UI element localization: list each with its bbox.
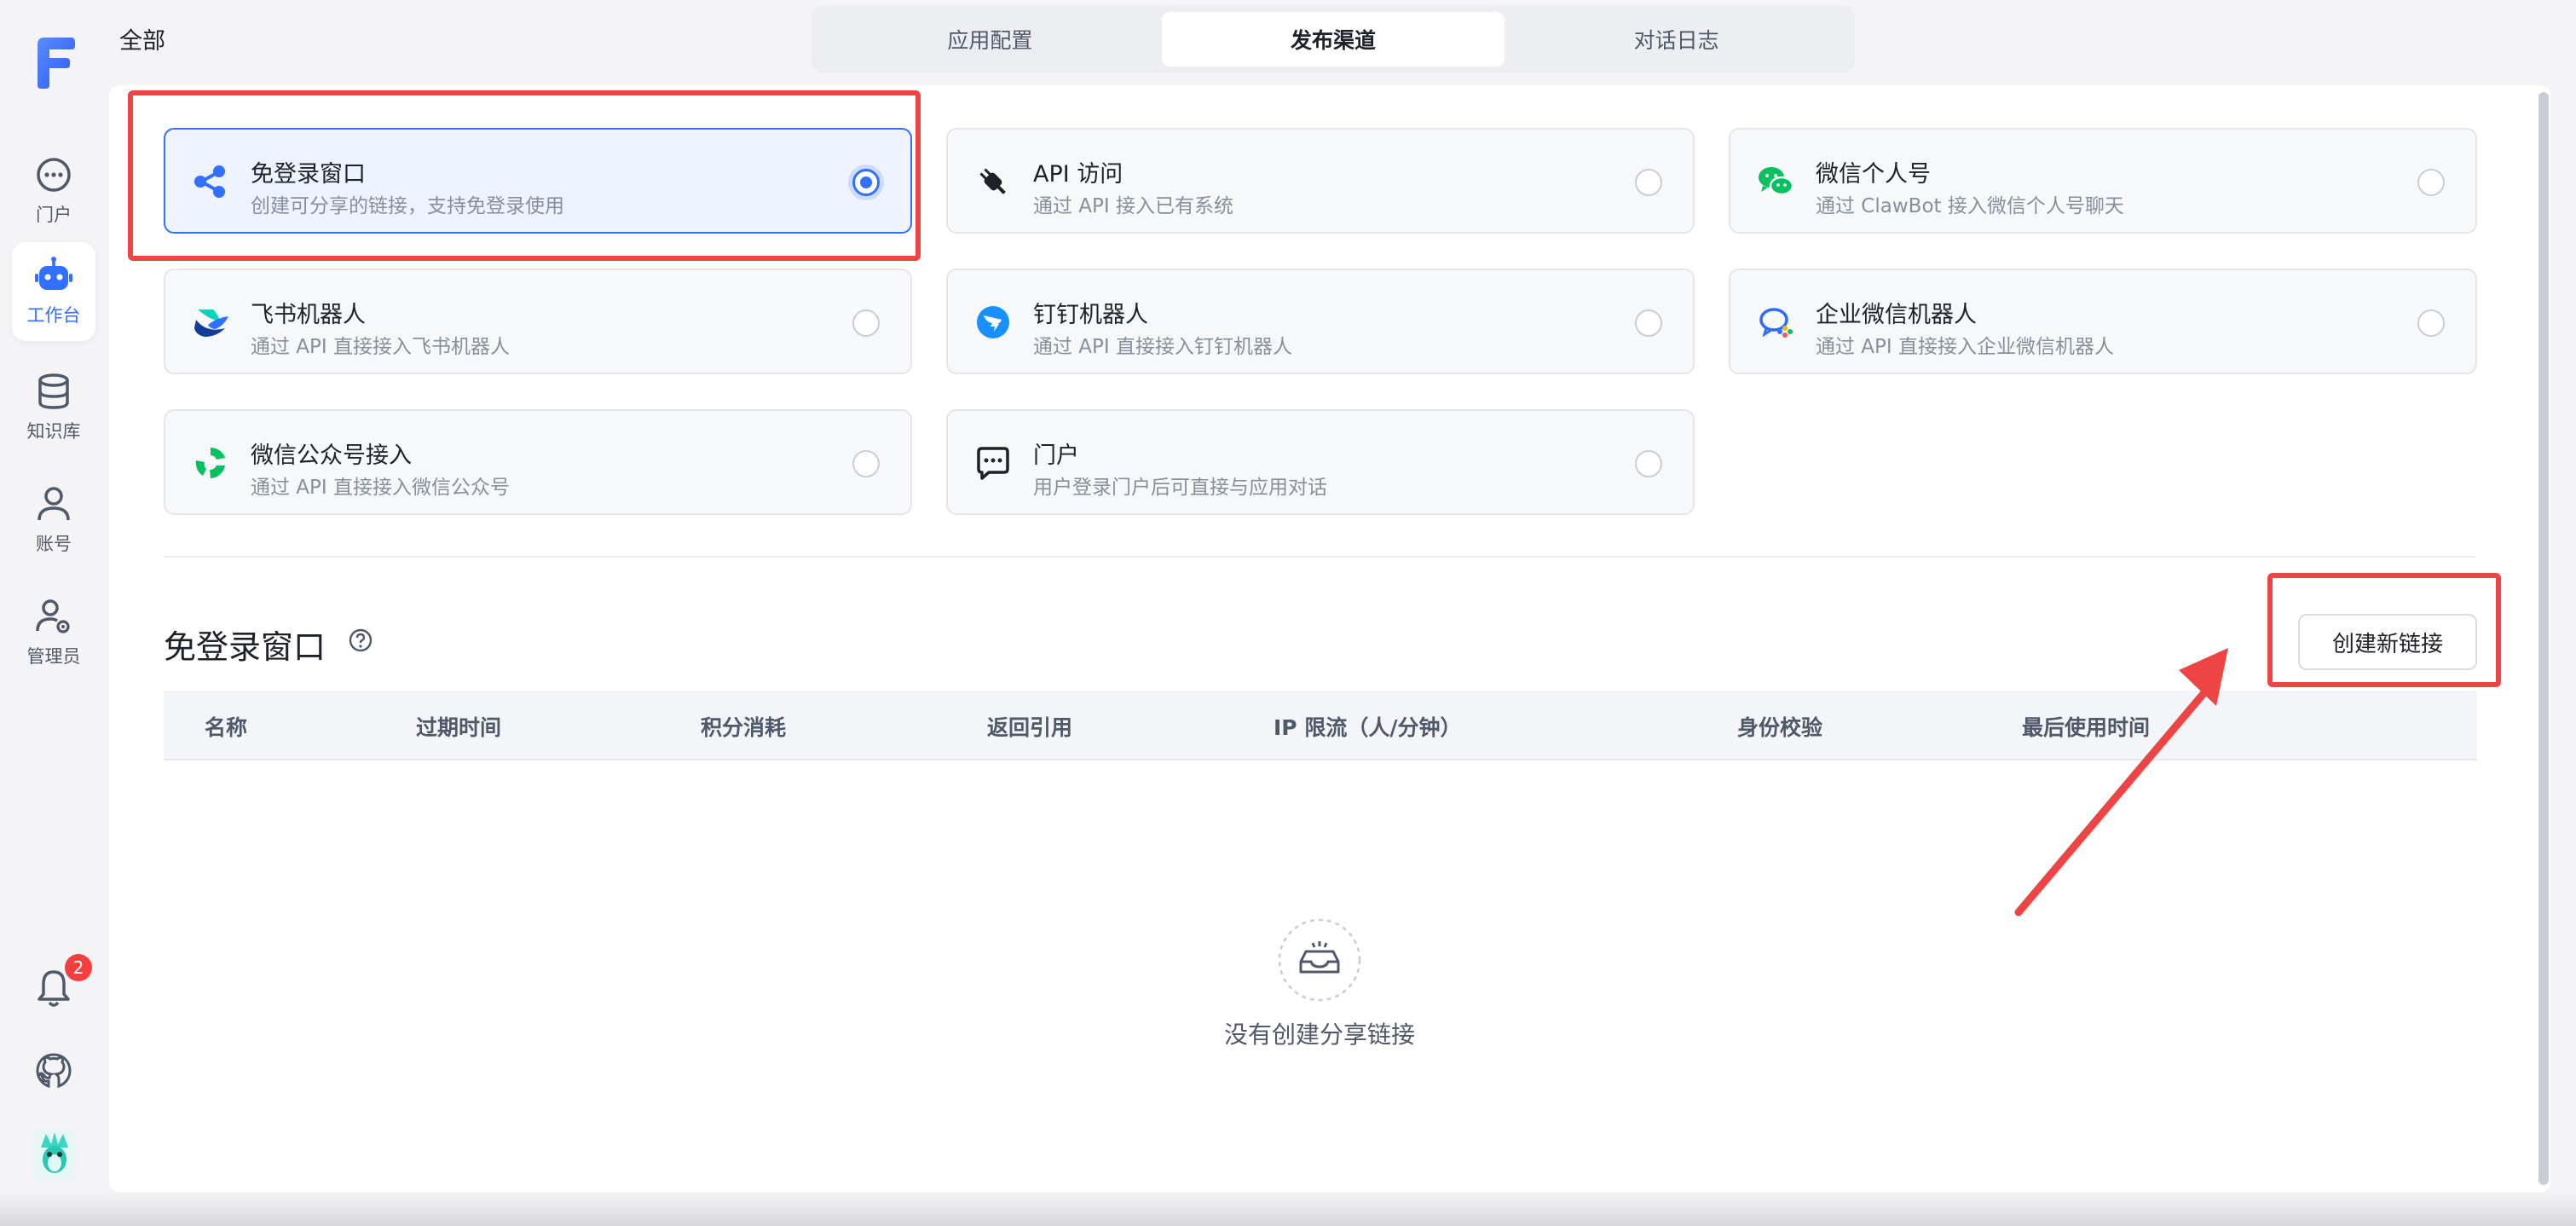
user-icon (38, 487, 70, 521)
wechat-icon (1759, 167, 1794, 196)
user-gear-icon (36, 599, 70, 633)
wecom-icon (1759, 308, 1793, 338)
github-icon[interactable] (32, 1050, 75, 1093)
channel-desc: 用户登录门户后可直接与应用对话 (1033, 477, 1327, 499)
feishu-icon (194, 309, 228, 337)
sidebar: 门户 工作台 知识库 账号 管理员 2 (0, 0, 109, 1226)
dingtalk-icon (977, 306, 1009, 338)
share-icon (194, 165, 225, 198)
channel-title: 门户 (1033, 442, 1079, 469)
sidebar-item-label: 工作台 (26, 305, 81, 326)
breadcrumb[interactable]: 全部 (119, 22, 165, 55)
channel-card-dingtalk[interactable]: 钉钉机器人 通过 API 直接接入钉钉机器人 (946, 269, 1695, 374)
sidebar-item-workbench[interactable]: 工作台 (12, 242, 95, 341)
channel-desc: 创建可分享的链接，支持免登录使用 (251, 195, 564, 217)
empty-inbox-icon (1278, 918, 1361, 1002)
sidebar-item-label: 账号 (36, 534, 72, 554)
channel-radio[interactable] (1635, 309, 1662, 337)
table-header: 名称 过期时间 积分消耗 返回引用 IP 限流（人/分钟） 身份校验 最后使用时… (164, 691, 2477, 760)
channel-card-share-link[interactable]: 免登录窗口 创建可分享的链接，支持免登录使用 (164, 128, 912, 234)
plug-icon (979, 168, 1006, 194)
channel-card-portal[interactable]: 门户 用户登录门户后可直接与应用对话 (946, 409, 1695, 515)
sidebar-item-portal[interactable]: 门户 (12, 142, 95, 240)
channel-title: 钉钉机器人 (1033, 302, 1148, 328)
channel-desc: 通过 API 直接接入钉钉机器人 (1033, 336, 1293, 358)
column-header-return-quote[interactable]: 返回引用 (987, 711, 1072, 742)
wechat-official-icon (195, 448, 225, 478)
sidebar-item-label: 知识库 (26, 421, 81, 442)
app-logo-icon[interactable] (32, 36, 77, 90)
chat-icon (37, 158, 71, 192)
channel-title: API 访问 (1033, 161, 1123, 188)
channel-desc: 通过 API 直接接入企业微信机器人 (1816, 336, 2115, 358)
column-header-credit-cost[interactable]: 积分消耗 (701, 711, 786, 742)
channel-desc: 通过 API 接入已有系统 (1033, 195, 1234, 217)
column-header-expire-time[interactable]: 过期时间 (416, 711, 501, 742)
column-header-last-used[interactable]: 最后使用时间 (2022, 711, 2150, 742)
channel-card-api[interactable]: API 访问 通过 API 接入已有系统 (946, 128, 1695, 234)
divider (164, 556, 2475, 558)
channel-title: 微信个人号 (1816, 161, 1931, 188)
channel-desc: 通过 ClawBot 接入微信个人号聊天 (1816, 195, 2124, 217)
database-icon (38, 373, 69, 409)
channel-radio[interactable] (1635, 450, 1662, 477)
channel-title: 免登录窗口 (251, 161, 366, 188)
tab-publish-channel[interactable]: 发布渠道 (1161, 12, 1505, 67)
column-header-ip-limit[interactable]: IP 限流（人/分钟） (1274, 711, 1461, 742)
sidebar-item-label: 门户 (36, 205, 72, 225)
notification-badge: 2 (65, 954, 92, 981)
tab-chat-logs[interactable]: 对话日志 (1505, 12, 1848, 67)
sidebar-item-knowledge-base[interactable]: 知识库 (12, 358, 95, 457)
sidebar-item-account[interactable]: 账号 (12, 471, 95, 570)
channel-desc: 通过 API 直接接入飞书机器人 (251, 336, 511, 358)
channel-radio[interactable] (852, 169, 880, 196)
channel-card-wechat-official[interactable]: 微信公众号接入 通过 API 直接接入微信公众号 (164, 409, 912, 515)
create-link-button[interactable]: 创建新链接 (2298, 614, 2477, 670)
avatar[interactable] (32, 1129, 77, 1180)
sidebar-item-label: 管理员 (26, 646, 81, 667)
section-title: 免登录窗口 (164, 628, 326, 666)
channel-title: 企业微信机器人 (1816, 302, 1977, 328)
channel-radio[interactable] (852, 309, 880, 337)
channel-radio[interactable] (2417, 309, 2445, 337)
channel-title: 飞书机器人 (251, 302, 366, 328)
tab-bar: 应用配置 发布渠道 对话日志 (811, 5, 1855, 73)
channel-radio[interactable] (852, 450, 880, 477)
channel-card-wechat-personal[interactable]: 微信个人号 通过 ClawBot 接入微信个人号聊天 (1729, 128, 2477, 234)
channel-title: 微信公众号接入 (251, 442, 412, 469)
tab-app-config[interactable]: 应用配置 (818, 12, 1162, 67)
empty-state-text: 没有创建分享链接 (1223, 1021, 1415, 1049)
robot-icon (35, 257, 72, 290)
sidebar-item-admin[interactable]: 管理员 (12, 583, 95, 682)
channel-desc: 通过 API 直接接入微信公众号 (251, 477, 511, 499)
channel-card-feishu[interactable]: 飞书机器人 通过 API 直接接入飞书机器人 (164, 269, 912, 374)
column-header-name[interactable]: 名称 (205, 711, 247, 742)
scrollbar[interactable] (2538, 92, 2549, 1185)
portal-chat-icon (977, 447, 1009, 480)
channel-radio[interactable] (1635, 169, 1662, 196)
help-icon[interactable] (348, 627, 373, 653)
channel-card-wecom[interactable]: 企业微信机器人 通过 API 直接接入企业微信机器人 (1729, 269, 2477, 374)
column-header-auth-check[interactable]: 身份校验 (1737, 711, 1822, 742)
channel-radio[interactable] (2417, 169, 2445, 196)
window-bottom-edge (0, 1192, 2576, 1226)
